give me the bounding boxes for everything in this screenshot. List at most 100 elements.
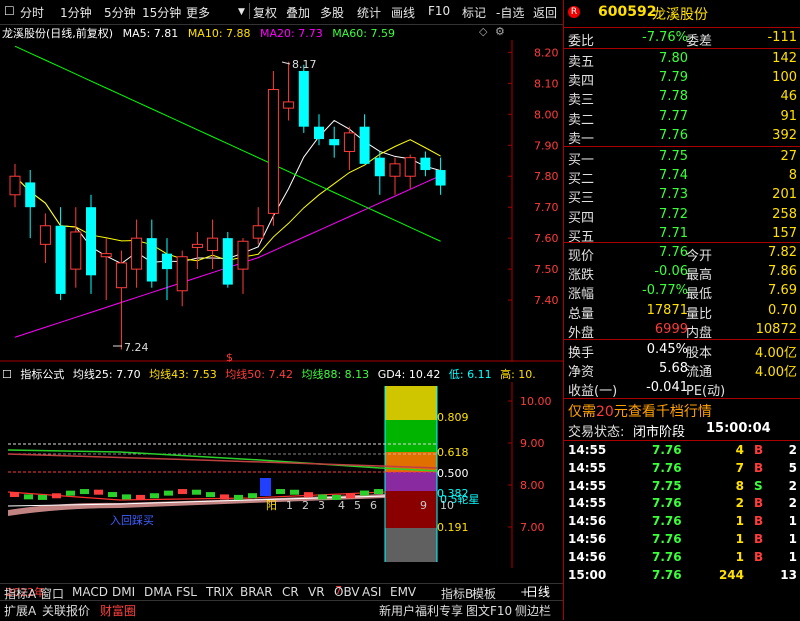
candle[interactable] (39, 213, 51, 263)
candle[interactable] (146, 219, 157, 288)
indicator-tab-11[interactable]: ASI (362, 585, 381, 599)
related-quote-button[interactable]: 关联报价 (42, 602, 90, 619)
asks-row[interactable]: 卖二 7.77 91 (564, 108, 800, 128)
indicator-tab-4[interactable]: DMA (144, 585, 172, 599)
kline-chart[interactable]: 8.20 8.10 8.00 7.90 7.80 7.70 7.60 7.50 7.40 8.1… (0, 40, 563, 362)
bids-row[interactable]: 买五 7.71 157 (564, 225, 800, 245)
candle[interactable] (86, 194, 96, 294)
sub-ytick: 8.00 (520, 479, 545, 492)
candle[interactable] (207, 219, 219, 270)
checkbox-icon[interactable]: ☐ (4, 4, 15, 18)
tab-1min[interactable]: 1分钟 (60, 4, 92, 21)
btn-overlay[interactable]: 叠加 (286, 4, 310, 21)
candle[interactable] (404, 154, 416, 189)
btn-adjust[interactable]: 复权 (253, 4, 277, 21)
tab-15min[interactable]: 15分钟 (142, 4, 181, 21)
high-label: 高: 10. (500, 368, 536, 381)
asks-row[interactable]: 卖一 7.76 392 (564, 127, 800, 147)
indicator-tab-2[interactable]: MACD (72, 585, 108, 599)
count-label: 4 (338, 499, 345, 512)
candle[interactable] (359, 114, 370, 164)
promo-row[interactable]: 仅需20元查看千档行情 (564, 400, 800, 420)
candle[interactable] (162, 238, 172, 301)
indicator-tab-9[interactable]: VR (308, 585, 325, 599)
ma60-line (14, 45, 441, 242)
candle[interactable] (131, 219, 143, 288)
indicator-tab-15[interactable]: + (520, 585, 530, 599)
signal-bar (80, 489, 89, 495)
signal-bar (374, 489, 383, 495)
indicator-title: ☐ 指标公式 均线25: 7.70 均线43: 7.53 均线50: 7.42 … (2, 366, 541, 382)
stat-row: 现价 7.76 今开 7.82 (568, 245, 797, 264)
bids-row[interactable]: 买三 7.73 201 (564, 186, 800, 206)
fib-label: 0.809 (437, 411, 469, 424)
j43-label: 均线43: 7.53 (149, 368, 217, 381)
candle[interactable] (176, 250, 188, 307)
indicator-name[interactable]: 指标公式 (20, 368, 64, 381)
stock-code: 600592 (598, 4, 657, 20)
btn-multi[interactable]: 多股 (320, 4, 344, 21)
candle[interactable] (298, 64, 309, 133)
candle[interactable] (222, 231, 233, 288)
bids-row[interactable]: 买四 7.72 258 (564, 206, 800, 226)
candle[interactable] (25, 170, 36, 239)
btn-f10[interactable]: F10 (428, 4, 450, 18)
candle[interactable] (420, 151, 431, 177)
btn-draw[interactable]: 画线 (391, 4, 415, 21)
fib-label: 0.191 (437, 521, 469, 534)
candle[interactable] (70, 207, 82, 288)
chevron-down-icon[interactable]: ▼ (238, 7, 245, 17)
ytick-label: 7.80 (534, 170, 559, 183)
indicator-chart[interactable]: 10.00 9.00 8.00 7.00 0.809 0.618 0.500 0… (0, 382, 563, 568)
indicator-tab-5[interactable]: FSL (176, 585, 197, 599)
chart-title: 龙溪股份(日线,前复权) MA5: 7.81 MA10: 7.88 MA20: … (2, 25, 401, 41)
tab-timeshare[interactable]: 分时 (20, 4, 44, 21)
btn-watchlist[interactable]: -自选 (496, 4, 524, 21)
indicator-tab-16[interactable]: - (544, 585, 548, 599)
candle[interactable] (329, 126, 340, 158)
wealth-circle-button[interactable]: 财富圈 (100, 602, 136, 619)
f10-button[interactable]: 图文F10 (466, 602, 512, 619)
candle[interactable] (115, 250, 127, 350)
edit-icon[interactable]: ◇ (479, 25, 487, 38)
indicator-tab-12[interactable]: EMV (390, 585, 416, 599)
quote-panel: R 600592 龙溪股份 委比 -7.76% 委差 -111 卖五 7.80 14… (563, 0, 800, 620)
checkbox-icon[interactable]: ☐ (2, 368, 12, 381)
indicator-tab-8[interactable]: CR (282, 585, 299, 599)
btn-back[interactable]: 返回 (533, 4, 557, 21)
low-label: 低: 6.11 (448, 368, 492, 381)
candle[interactable] (100, 238, 112, 301)
indicator-tab-10[interactable]: OBV (334, 585, 360, 599)
bids-row[interactable]: 买二 7.74 8 (564, 167, 800, 187)
candle[interactable] (435, 157, 446, 195)
candle[interactable] (343, 126, 355, 171)
asks-row[interactable]: 卖五 7.80 142 (564, 50, 800, 70)
candle[interactable] (374, 151, 385, 195)
ytick-label: 7.70 (534, 201, 559, 214)
signal-bar (346, 493, 355, 499)
tab-5min[interactable]: 5分钟 (104, 4, 136, 21)
asks-row[interactable]: 卖三 7.78 46 (564, 88, 800, 108)
candle[interactable] (389, 157, 401, 195)
btn-mark[interactable]: 标记 (462, 4, 486, 21)
ma10-label: MA10: 7.88 (187, 27, 251, 40)
bids-row[interactable]: 买一 7.75 27 (564, 148, 800, 168)
candle[interactable] (191, 231, 203, 270)
candle[interactable] (9, 163, 21, 208)
sidebar-button[interactable]: 侧边栏 (515, 602, 551, 619)
indicator-tab-6[interactable]: TRIX (206, 585, 233, 599)
expand-button[interactable]: 扩展A (4, 602, 36, 619)
tab-more[interactable]: 更多 (186, 4, 210, 21)
asks-row[interactable]: 卖四 7.79 100 (564, 69, 800, 89)
candle[interactable] (237, 238, 249, 294)
j25-label: 均线25: 7.70 (72, 368, 141, 381)
note-label: 入回踩买 (110, 514, 154, 527)
stat-row: 涨幅 -0.77% 最低 7.69 (568, 283, 797, 303)
settings-icon[interactable]: ⚙ (495, 25, 505, 38)
btn-stats[interactable]: 统计 (357, 4, 381, 21)
indicator-tab-3[interactable]: DMI (112, 585, 135, 599)
signal-bar (192, 489, 201, 495)
candle[interactable] (267, 70, 279, 226)
indicator-tab-7[interactable]: BRAR (240, 585, 273, 599)
newuser-button[interactable]: 新用户福利专享 (379, 602, 463, 619)
